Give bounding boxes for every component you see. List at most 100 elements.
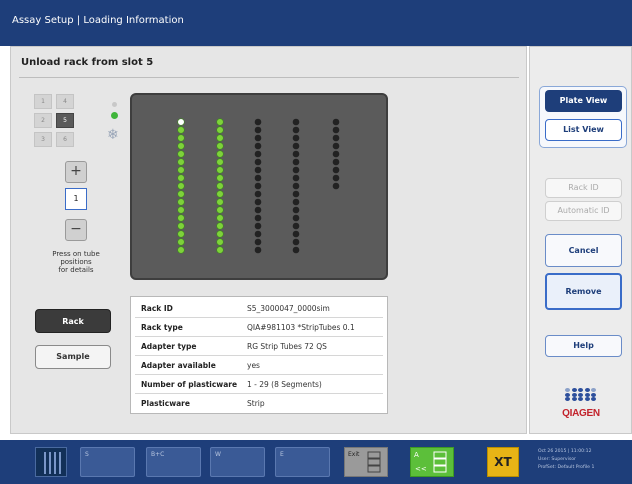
- tube-empty[interactable]: [332, 150, 340, 158]
- tube-empty[interactable]: [292, 198, 300, 206]
- tube-empty[interactable]: [254, 198, 262, 206]
- tube-filled[interactable]: [177, 198, 185, 206]
- tube-filled[interactable]: [216, 134, 224, 142]
- list-view-button[interactable]: List View: [545, 119, 622, 141]
- tube-empty[interactable]: [254, 174, 262, 182]
- tube-empty[interactable]: [332, 118, 340, 126]
- tube-filled[interactable]: [177, 190, 185, 198]
- taskbar-exit[interactable]: Exit: [344, 447, 388, 477]
- tube-filled[interactable]: [216, 206, 224, 214]
- sample-button[interactable]: Sample: [35, 345, 111, 369]
- tube-empty[interactable]: [254, 150, 262, 158]
- tube-filled[interactable]: [216, 214, 224, 222]
- taskbar-slot-e[interactable]: E: [275, 447, 330, 477]
- tube-empty[interactable]: [254, 206, 262, 214]
- tube-filled[interactable]: [177, 158, 185, 166]
- tube-filled[interactable]: [177, 246, 185, 254]
- tube-filled[interactable]: [177, 222, 185, 230]
- tube-filled[interactable]: [216, 222, 224, 230]
- tube-filled[interactable]: [216, 118, 224, 126]
- automatic-id-button[interactable]: Automatic ID: [545, 201, 622, 221]
- tube-empty[interactable]: [332, 166, 340, 174]
- tube-empty[interactable]: [254, 182, 262, 190]
- tube-empty[interactable]: [254, 158, 262, 166]
- tube-filled[interactable]: [177, 142, 185, 150]
- tube-empty[interactable]: [332, 182, 340, 190]
- tube-filled[interactable]: [177, 238, 185, 246]
- tube-filled[interactable]: [216, 166, 224, 174]
- tube-filled[interactable]: [216, 246, 224, 254]
- tube-filled[interactable]: [216, 182, 224, 190]
- tube-empty[interactable]: [292, 134, 300, 142]
- tube-filled[interactable]: [216, 126, 224, 134]
- tube-filled[interactable]: [177, 214, 185, 222]
- tube-empty[interactable]: [254, 166, 262, 174]
- tube-filled[interactable]: [177, 126, 185, 134]
- tube-empty[interactable]: [254, 118, 262, 126]
- position-plus-button[interactable]: +: [65, 161, 87, 183]
- tube-filled[interactable]: [177, 166, 185, 174]
- tube-empty[interactable]: [254, 126, 262, 134]
- slot-3[interactable]: 3: [34, 132, 52, 147]
- tube-filled[interactable]: [216, 190, 224, 198]
- tube-filled[interactable]: [216, 142, 224, 150]
- tube-filled[interactable]: [216, 198, 224, 206]
- rack-overview-icon[interactable]: [35, 447, 67, 477]
- slot-4[interactable]: 4: [56, 94, 74, 109]
- tube-empty[interactable]: [292, 190, 300, 198]
- tube-empty[interactable]: [332, 126, 340, 134]
- tube-empty[interactable]: [254, 238, 262, 246]
- tube-filled[interactable]: [216, 174, 224, 182]
- slot-5[interactable]: 5: [56, 113, 74, 128]
- tube-empty[interactable]: [292, 118, 300, 126]
- slot-2[interactable]: 2: [34, 113, 52, 128]
- remove-button[interactable]: Remove: [545, 273, 622, 310]
- tube-empty[interactable]: [254, 134, 262, 142]
- tube-empty[interactable]: [332, 142, 340, 150]
- tube-empty[interactable]: [254, 246, 262, 254]
- tube-filled[interactable]: [216, 158, 224, 166]
- taskbar-slot-s[interactable]: S: [80, 447, 135, 477]
- rack-button[interactable]: Rack: [35, 309, 111, 333]
- tube-empty[interactable]: [292, 126, 300, 134]
- tube-filled[interactable]: [177, 174, 185, 182]
- tube-empty[interactable]: [292, 206, 300, 214]
- tube-empty[interactable]: [254, 142, 262, 150]
- taskbar-slot-a[interactable]: A <<: [410, 447, 454, 477]
- tube-empty[interactable]: [254, 222, 262, 230]
- cancel-button[interactable]: Cancel: [545, 234, 622, 267]
- tube-empty[interactable]: [254, 230, 262, 238]
- tube-filled[interactable]: [177, 134, 185, 142]
- tube-filled[interactable]: [177, 150, 185, 158]
- plate-view-button[interactable]: Plate View: [545, 90, 622, 112]
- tube-empty[interactable]: [292, 230, 300, 238]
- slot-1[interactable]: 1: [34, 94, 52, 109]
- tube-filled[interactable]: [177, 182, 185, 190]
- help-button[interactable]: Help: [545, 335, 622, 357]
- tube-empty[interactable]: [332, 158, 340, 166]
- position-minus-button[interactable]: −: [65, 219, 87, 241]
- plate-tubes[interactable]: [132, 95, 386, 278]
- tube-empty[interactable]: [292, 222, 300, 230]
- tube-empty[interactable]: [292, 158, 300, 166]
- tube-empty[interactable]: [254, 214, 262, 222]
- tube-empty[interactable]: [292, 174, 300, 182]
- tube-empty[interactable]: [254, 190, 262, 198]
- tube-empty[interactable]: [292, 246, 300, 254]
- tube-filled[interactable]: [177, 206, 185, 214]
- rack-id-button[interactable]: Rack ID: [545, 178, 622, 198]
- tube-filled[interactable]: [177, 230, 185, 238]
- tube-empty[interactable]: [292, 182, 300, 190]
- slot-6[interactable]: 6: [56, 132, 74, 147]
- plate-view[interactable]: [130, 93, 388, 280]
- tube-empty[interactable]: [332, 134, 340, 142]
- tube-empty[interactable]: [292, 238, 300, 246]
- tube-filled[interactable]: [216, 230, 224, 238]
- tube-empty[interactable]: [292, 166, 300, 174]
- tube-empty[interactable]: [292, 142, 300, 150]
- tube-empty[interactable]: [292, 150, 300, 158]
- tube-filled[interactable]: [216, 238, 224, 246]
- tube-filled[interactable]: [216, 150, 224, 158]
- tube-empty[interactable]: [332, 174, 340, 182]
- taskbar-xt[interactable]: XT: [487, 447, 519, 477]
